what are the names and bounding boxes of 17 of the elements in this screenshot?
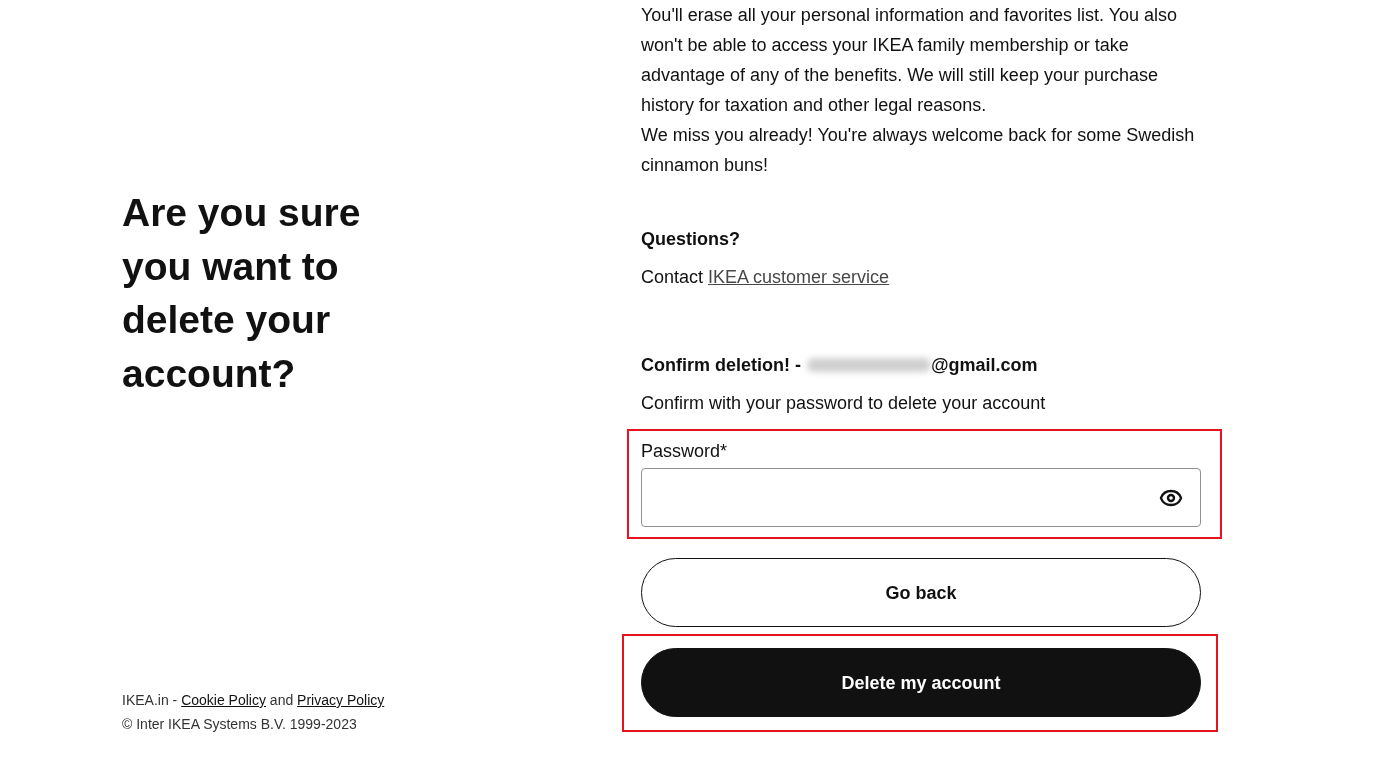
password-field[interactable] <box>641 468 1201 527</box>
message-paragraph: You'll erase all your personal information and favorites list. You also won't be able to access your IKEA family membership or take advantage of any of the benefits. We will still keep your purchase history for taxation and other legal reasons. <box>641 4 1179 117</box>
instruction-text: Confirm with your password to delete your account <box>641 392 1046 415</box>
footer-legal-text: IKEA.in - Cookie Policy and Privacy Policy <box>122 691 385 710</box>
password-label: Password* <box>641 440 728 463</box>
delete-account-button[interactable]: Delete my account <box>641 648 1201 717</box>
policy-link[interactable]: Privacy Policy <box>297 692 385 708</box>
email-domain-text: @gmail.com <box>931 354 1038 377</box>
confirm-deletion-title: Confirm deletion! - <box>641 354 801 377</box>
message-paragraph: We miss you already! You're always welcome back for some Swedish cinnamon buns! <box>641 124 1196 177</box>
customer-service-link[interactable]: IKEA customer service <box>708 267 890 287</box>
copyright-text: © Inter IKEA Systems B.V. 1999-2023 <box>122 715 357 734</box>
contact-text: Contact IKEA customer service <box>641 266 890 289</box>
go-back-button[interactable]: Go back <box>641 558 1201 627</box>
page-heading: Are you sure you want to delete your account? <box>122 190 362 397</box>
policy-link[interactable]: Cookie Policy <box>181 692 266 708</box>
questions-title: Questions? <box>641 228 740 251</box>
